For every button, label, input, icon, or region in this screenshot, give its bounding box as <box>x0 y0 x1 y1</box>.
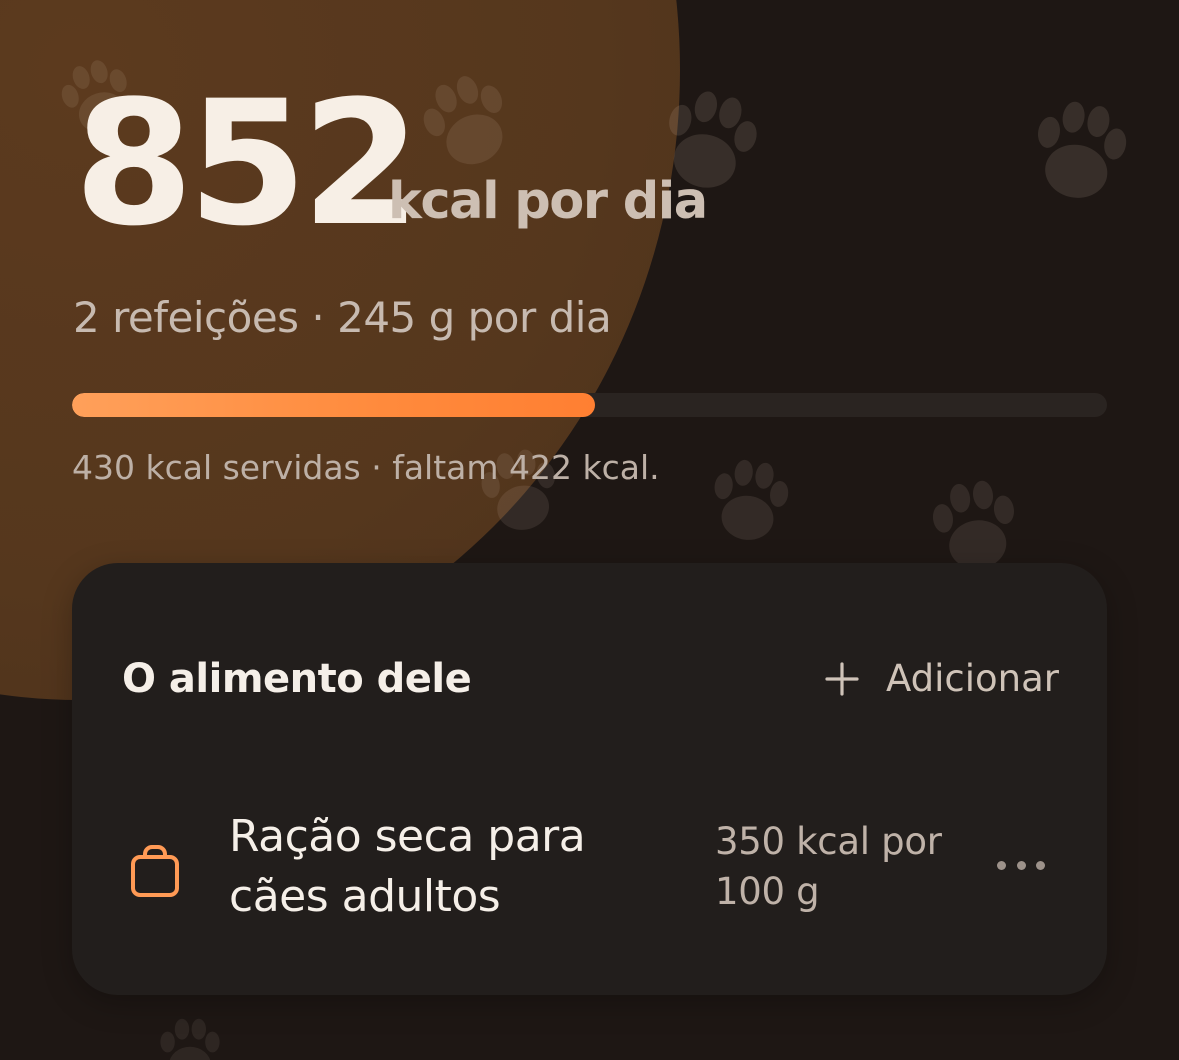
calories-progress-fill <box>72 393 595 417</box>
daily-calories-value: 852 <box>74 63 421 264</box>
paw-print-icon <box>150 1010 230 1060</box>
food-list-item[interactable]: Ração seca para cães adultos 350 kcal po… <box>72 803 1107 933</box>
food-calorie-density: 350 kcal por 100 g <box>715 820 942 913</box>
paw-print-icon <box>694 444 807 557</box>
food-card: O alimento dele Adicionar Ração seca par… <box>72 563 1107 995</box>
add-food-label: Adicionar <box>885 657 1059 700</box>
paw-print-icon <box>1010 80 1149 219</box>
food-name: Ração seca para cães adultos <box>229 811 586 922</box>
food-card-title: O alimento dele <box>122 656 472 702</box>
progress-caption: 430 kcal servidas · faltam 422 kcal. <box>72 448 660 487</box>
add-food-button[interactable]: Adicionar <box>824 653 1059 705</box>
plus-icon <box>825 662 859 696</box>
daily-calories-unit: kcal por dia <box>388 172 708 231</box>
more-dot-icon <box>1036 860 1045 870</box>
more-dot-icon <box>997 860 1006 870</box>
shopping-bag-icon <box>131 845 179 897</box>
calories-progress-bar <box>72 393 1107 417</box>
more-options-button[interactable] <box>997 847 1045 883</box>
more-dot-icon <box>1016 860 1026 870</box>
meals-summary: 2 refeições · 245 g por dia <box>73 293 612 342</box>
